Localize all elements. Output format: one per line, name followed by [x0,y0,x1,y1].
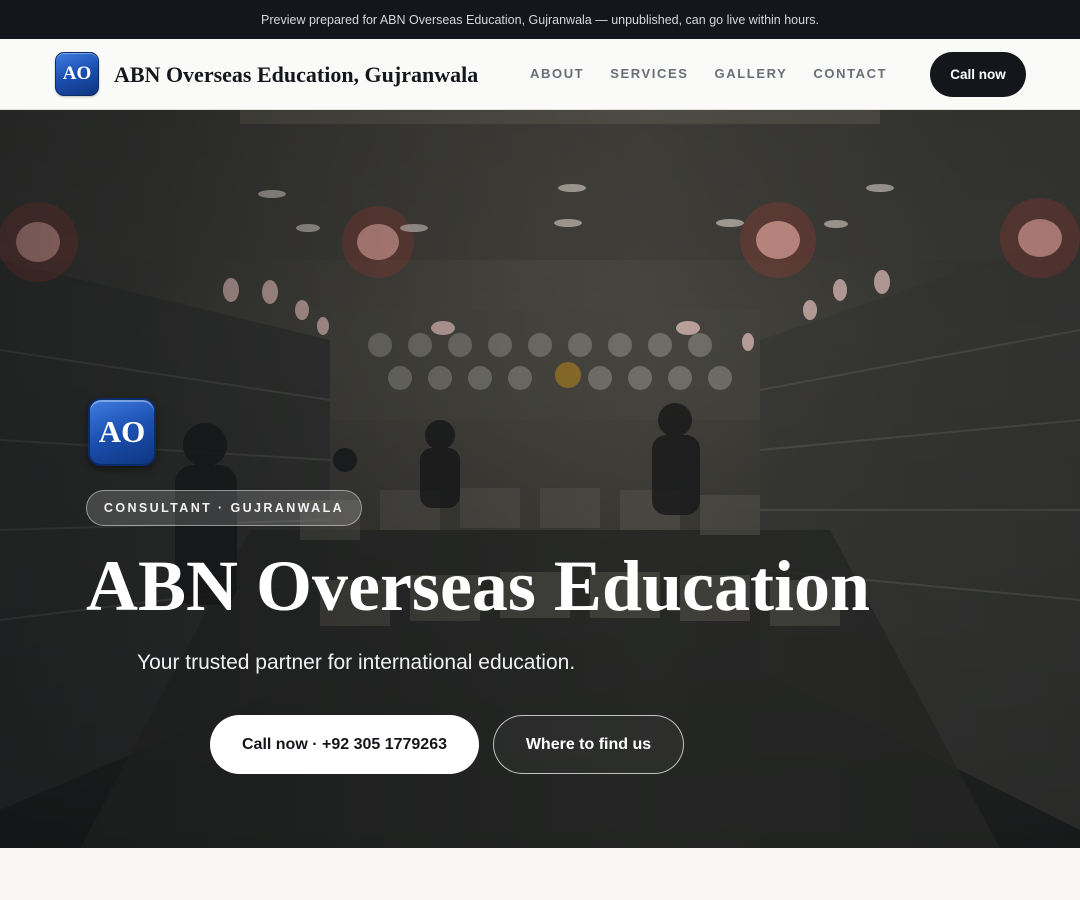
header-call-button[interactable]: Call now [930,52,1026,97]
hero-logo-icon: AO [88,398,156,466]
nav-about[interactable]: ABOUT [530,64,584,84]
hero-section: AO CONSULTANT · GUJRANWALA ABN Overseas … [0,110,1080,848]
hero-title: ABN Overseas Education [86,546,871,626]
preview-banner: Preview prepared for ABN Overseas Educat… [0,0,1080,39]
hero-category-badge: CONSULTANT · GUJRANWALA [86,490,362,526]
brand-logo-icon[interactable]: AO [55,52,99,96]
nav-services[interactable]: SERVICES [610,64,688,84]
hero-subtitle: Your trusted partner for international e… [137,651,576,674]
brand-name[interactable]: ABN Overseas Education, Gujranwala [114,60,478,90]
main-nav: ABOUT SERVICES GALLERY CONTACT [530,64,913,84]
hero-directions-button[interactable]: Where to find us [493,715,684,774]
hero-call-button[interactable]: Call now · +92 305 1779263 [210,715,479,774]
preview-banner-text: Preview prepared for ABN Overseas Educat… [261,12,819,27]
nav-gallery[interactable]: GALLERY [715,64,788,84]
site-header: AO ABN Overseas Education, Gujranwala AB… [0,39,1080,110]
nav-contact[interactable]: CONTACT [813,64,887,84]
next-section [0,848,1080,900]
